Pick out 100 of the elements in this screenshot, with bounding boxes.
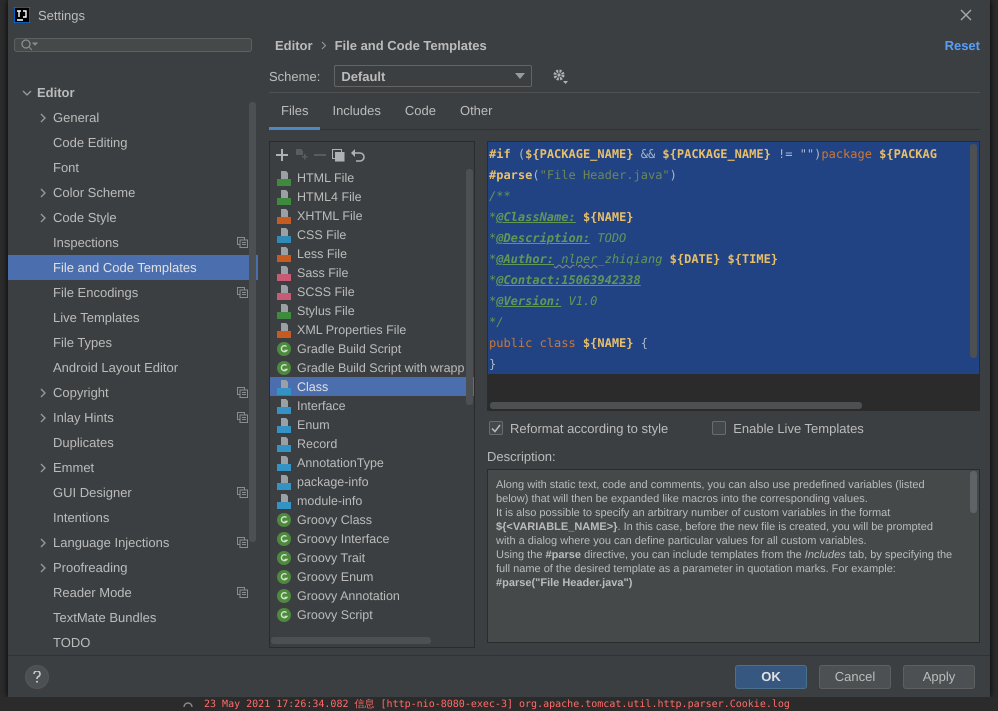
project-scope-icon xyxy=(237,387,248,398)
chevron-right-icon[interactable] xyxy=(38,188,48,198)
help-icon xyxy=(33,670,41,682)
template-item[interactable]: CSS File xyxy=(270,225,474,244)
template-item[interactable]: Gradle Build Script with wrapp xyxy=(270,358,474,377)
checkbox[interactable] xyxy=(489,421,503,435)
sidebar-item[interactable]: Language Injections xyxy=(8,530,258,555)
breadcrumb[interactable]: Editor xyxy=(275,38,313,52)
chevron-right-icon[interactable] xyxy=(38,112,48,122)
sidebar-item[interactable]: File and Code Templates xyxy=(8,255,258,280)
template-item[interactable]: SCSS File xyxy=(270,282,474,301)
code-example: #parse("File Header.java") xyxy=(496,576,634,590)
template-item[interactable]: Groovy Annotation xyxy=(270,586,474,605)
scrollbar[interactable] xyxy=(466,169,473,405)
template-item[interactable]: module-info xyxy=(270,491,474,510)
sidebar-item[interactable]: General xyxy=(8,105,258,130)
sidebar-item[interactable]: Intentions xyxy=(8,505,258,530)
tab[interactable]: Code xyxy=(392,93,448,130)
window-title: Settings xyxy=(38,8,86,22)
sidebar-item[interactable]: Copyright xyxy=(8,380,258,405)
reset-link[interactable]: Reset xyxy=(944,38,980,52)
project-scope-icon xyxy=(237,412,248,423)
template-item[interactable]: Stylus File xyxy=(270,301,474,320)
dialog-button[interactable]: Apply xyxy=(903,664,975,688)
check-icon xyxy=(491,424,501,432)
template-item[interactable]: HTML File xyxy=(270,168,474,187)
sidebar-item[interactable]: File Encodings xyxy=(8,280,258,305)
tab[interactable]: Includes xyxy=(320,93,393,130)
template-item[interactable]: Groovy Interface xyxy=(270,529,474,548)
settings-icon[interactable] xyxy=(552,68,568,84)
scrollbar[interactable] xyxy=(970,144,977,358)
template-item[interactable]: Gradle Build Script xyxy=(270,339,474,358)
checkbox[interactable] xyxy=(712,421,726,435)
sidebar-item[interactable]: Inlay Hints xyxy=(8,405,258,430)
code-editor[interactable] xyxy=(487,141,980,411)
sidebar-item[interactable]: Code Editing xyxy=(8,130,258,155)
sidebar-item[interactable]: Android Layout Editor xyxy=(8,355,258,380)
copy-icon[interactable] xyxy=(332,148,345,162)
template-item[interactable]: AnnotationType xyxy=(270,453,474,472)
chevron-down-icon[interactable] xyxy=(22,88,32,98)
ok-button[interactable]: OK xyxy=(735,664,807,688)
sidebar-item[interactable]: Inspections xyxy=(8,230,258,255)
scrollbar[interactable] xyxy=(970,471,977,513)
code-line: /** xyxy=(489,188,512,205)
tab[interactable]: Other xyxy=(448,93,504,130)
sidebar-item[interactable]: Color Scheme xyxy=(8,180,258,205)
template-item[interactable]: Groovy Script xyxy=(270,605,474,624)
scrollbar[interactable] xyxy=(490,402,862,409)
chevron-right-icon[interactable] xyxy=(38,462,48,472)
template-item[interactable]: Groovy Class xyxy=(270,510,474,529)
code-line: #if (${PACKAGE_NAME} && ${PACKAGE_NAME} != "")package ${PACKAG xyxy=(489,146,938,163)
template-item[interactable]: Less File xyxy=(270,244,474,263)
code-line: #parse("File Header.java") xyxy=(489,167,678,184)
template-item[interactable]: Enum xyxy=(270,415,474,434)
groovy-icon xyxy=(276,568,292,584)
project-scope-icon xyxy=(237,537,248,548)
template-item[interactable]: package-info xyxy=(270,472,474,491)
tab[interactable]: Files xyxy=(269,93,320,130)
scrollbar[interactable] xyxy=(249,102,256,542)
sidebar-item[interactable]: Proofreading xyxy=(8,555,258,580)
add-icon[interactable] xyxy=(276,149,288,161)
sidebar-item[interactable]: Font xyxy=(8,155,258,180)
search-field[interactable] xyxy=(14,38,252,52)
option-checkbox[interactable]: Enable Live Templates xyxy=(712,420,864,436)
template-item[interactable]: Record xyxy=(270,434,474,453)
template-item[interactable]: XML Properties File xyxy=(270,320,474,339)
sidebar-item[interactable]: TODO xyxy=(8,630,258,655)
sidebar-item[interactable]: GUI Designer xyxy=(8,480,258,505)
template-item[interactable]: Groovy Enum xyxy=(270,567,474,586)
template-item[interactable]: Class xyxy=(270,377,474,396)
sidebar-item[interactable]: Editor xyxy=(8,80,258,105)
close-icon[interactable] xyxy=(960,9,972,21)
chevron-right-icon[interactable] xyxy=(38,538,48,548)
code-line: public class ${NAME} { xyxy=(489,335,649,352)
template-item[interactable]: Interface xyxy=(270,396,474,415)
scheme-label: Scheme: xyxy=(269,68,320,84)
groovy-icon xyxy=(276,360,292,376)
template-item[interactable]: HTML4 File xyxy=(270,187,474,206)
sidebar-item[interactable]: Duplicates xyxy=(8,430,258,455)
chevron-right-icon[interactable] xyxy=(38,212,48,222)
scrollbar[interactable] xyxy=(271,637,431,644)
sidebar-item[interactable]: Code Style xyxy=(8,205,258,230)
template-item[interactable]: Sass File xyxy=(270,263,474,282)
template-item[interactable]: XHTML File xyxy=(270,206,474,225)
template-item[interactable]: Groovy Trait xyxy=(270,548,474,567)
help-button[interactable] xyxy=(25,664,49,688)
chevron-right-icon[interactable] xyxy=(38,388,48,398)
scheme-dropdown[interactable]: Default xyxy=(334,65,532,87)
log-line: 23 May 2021 17:26:34.082 信息 [http-nio-8080-exec-3] org.apache.tomcat.util.http.parser.Cookie.log xyxy=(204,698,790,711)
sidebar-item[interactable]: Reader Mode xyxy=(8,580,258,605)
option-checkbox[interactable]: Reformat according to style xyxy=(489,420,668,436)
dialog-button[interactable]: Cancel xyxy=(819,664,891,688)
groovy-icon xyxy=(276,530,292,546)
sidebar-item[interactable]: TextMate Bundles xyxy=(8,605,258,630)
sidebar-item[interactable]: Live Templates xyxy=(8,305,258,330)
chevron-right-icon[interactable] xyxy=(38,412,48,422)
undo-icon[interactable] xyxy=(351,148,365,162)
chevron-right-icon[interactable] xyxy=(38,562,48,572)
sidebar-item[interactable]: File Types xyxy=(8,330,258,355)
sidebar-item[interactable]: Emmet xyxy=(8,455,258,480)
